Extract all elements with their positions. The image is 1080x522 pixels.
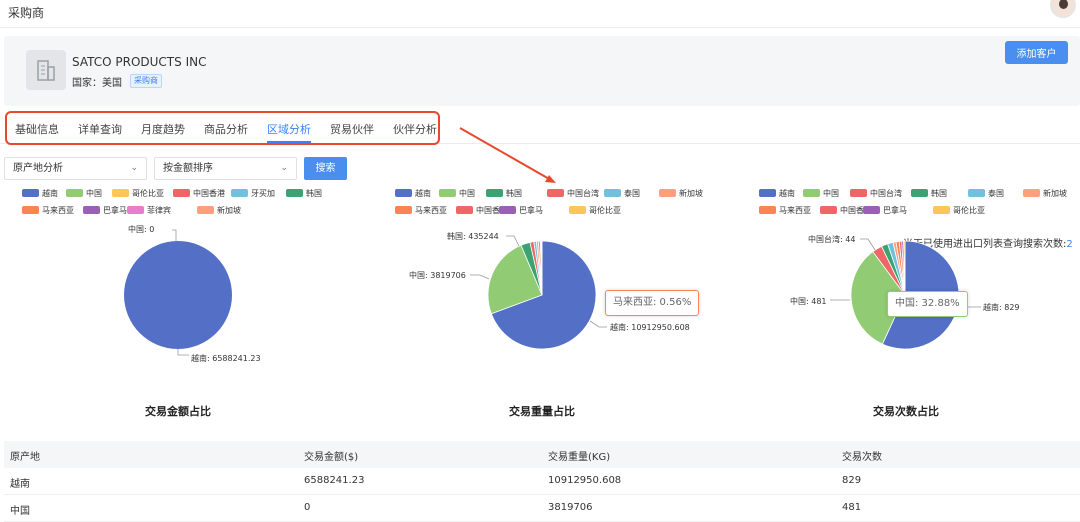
cell-amount: 6588241.23 bbox=[304, 475, 364, 486]
pie-data-label: 中国: 0 bbox=[128, 224, 154, 234]
label-leader-line bbox=[860, 239, 875, 250]
chart-title-count: 交易次数占比 bbox=[806, 403, 1006, 419]
col-origin: 原产地 bbox=[10, 448, 40, 463]
chart-tooltip-count: 中国: 32.88% bbox=[887, 291, 968, 317]
cell-origin: 中国 bbox=[10, 502, 30, 517]
table-header: 原产地 交易金额($) 交易重量(KG) 交易次数 bbox=[4, 441, 1080, 468]
pie-data-label: 中国: 3819706 bbox=[409, 270, 466, 280]
chart-title-weight: 交易重量占比 bbox=[442, 403, 642, 419]
pie-slice[interactable] bbox=[124, 241, 232, 349]
pie-data-label: 越南: 10912950.608 bbox=[610, 322, 690, 332]
pie-data-label: 越南: 829 bbox=[983, 302, 1020, 312]
label-leader-line bbox=[470, 275, 489, 279]
cell-count: 481 bbox=[842, 502, 861, 513]
pie-data-label: 韩国: 435244 bbox=[447, 231, 499, 241]
pie-data-label: 中国台湾: 44 bbox=[808, 234, 855, 244]
table-row: 越南 6588241.23 10912950.608 829 bbox=[4, 468, 1080, 495]
cell-count: 829 bbox=[842, 475, 861, 486]
pie-data-label: 越南: 6588241.23 bbox=[191, 353, 261, 363]
pie-data-label: 中国: 481 bbox=[790, 296, 827, 306]
cell-weight: 3819706 bbox=[548, 502, 593, 513]
col-amount: 交易金额($) bbox=[304, 448, 358, 463]
label-leader-line bbox=[590, 321, 607, 327]
pie-charts: 中国: 0 越南: 6588241.23 韩国: 435244 中国: 3819706… bbox=[0, 0, 1080, 400]
chart-title-amount: 交易金额占比 bbox=[78, 403, 278, 419]
cell-amount: 0 bbox=[304, 502, 310, 513]
cell-weight: 10912950.608 bbox=[548, 475, 621, 486]
annotation-arrowhead bbox=[545, 175, 556, 183]
annotation-arrow bbox=[460, 128, 551, 180]
label-leader-line bbox=[178, 349, 189, 355]
label-leader-line bbox=[172, 230, 176, 241]
col-weight: 交易重量(KG) bbox=[548, 448, 610, 463]
region-table: 原产地 交易金额($) 交易重量(KG) 交易次数 越南 6588241.23 … bbox=[4, 441, 1080, 522]
label-leader-line bbox=[506, 236, 519, 246]
col-count: 交易次数 bbox=[842, 448, 882, 463]
chart-tooltip-weight: 马来西亚: 0.56% bbox=[605, 290, 699, 316]
cell-origin: 越南 bbox=[10, 475, 30, 490]
